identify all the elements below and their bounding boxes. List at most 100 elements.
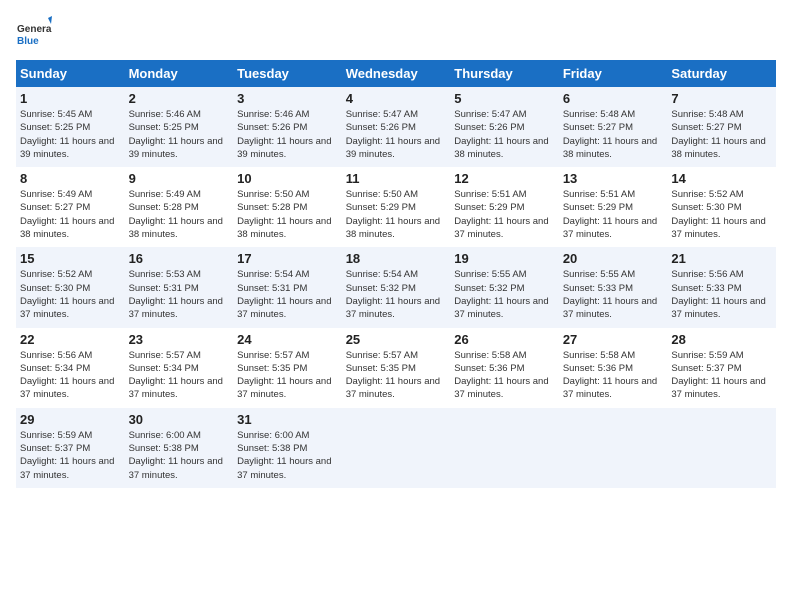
header-day-sunday: Sunday — [16, 60, 125, 87]
calendar-cell: 24 Sunrise: 5:57 AM Sunset: 5:35 PM Dayl… — [233, 328, 342, 408]
day-info: Sunrise: 5:55 AM Sunset: 5:33 PM Dayligh… — [563, 268, 664, 321]
day-info: Sunrise: 5:52 AM Sunset: 5:30 PM Dayligh… — [671, 188, 772, 241]
day-number: 29 — [20, 412, 121, 427]
day-info: Sunrise: 5:49 AM Sunset: 5:27 PM Dayligh… — [20, 188, 121, 241]
calendar-cell: 23 Sunrise: 5:57 AM Sunset: 5:34 PM Dayl… — [125, 328, 234, 408]
calendar-cell: 4 Sunrise: 5:47 AM Sunset: 5:26 PM Dayli… — [342, 87, 451, 167]
day-info: Sunrise: 5:57 AM Sunset: 5:34 PM Dayligh… — [129, 349, 230, 402]
calendar-table: SundayMondayTuesdayWednesdayThursdayFrid… — [16, 60, 776, 488]
day-number: 25 — [346, 332, 447, 347]
day-number: 6 — [563, 91, 664, 106]
day-info: Sunrise: 5:47 AM Sunset: 5:26 PM Dayligh… — [454, 108, 555, 161]
day-number: 15 — [20, 251, 121, 266]
calendar-cell: 10 Sunrise: 5:50 AM Sunset: 5:28 PM Dayl… — [233, 167, 342, 247]
day-info: Sunrise: 5:56 AM Sunset: 5:33 PM Dayligh… — [671, 268, 772, 321]
week-row-3: 22 Sunrise: 5:56 AM Sunset: 5:34 PM Dayl… — [16, 328, 776, 408]
calendar-cell: 11 Sunrise: 5:50 AM Sunset: 5:29 PM Dayl… — [342, 167, 451, 247]
day-number: 31 — [237, 412, 338, 427]
day-number: 8 — [20, 171, 121, 186]
calendar-cell: 16 Sunrise: 5:53 AM Sunset: 5:31 PM Dayl… — [125, 247, 234, 327]
calendar-cell: 31 Sunrise: 6:00 AM Sunset: 5:38 PM Dayl… — [233, 408, 342, 488]
calendar-cell — [559, 408, 668, 488]
calendar-cell: 8 Sunrise: 5:49 AM Sunset: 5:27 PM Dayli… — [16, 167, 125, 247]
week-row-4: 29 Sunrise: 5:59 AM Sunset: 5:37 PM Dayl… — [16, 408, 776, 488]
svg-text:General: General — [17, 24, 52, 35]
day-number: 19 — [454, 251, 555, 266]
day-number: 27 — [563, 332, 664, 347]
day-info: Sunrise: 5:50 AM Sunset: 5:28 PM Dayligh… — [237, 188, 338, 241]
calendar-cell: 22 Sunrise: 5:56 AM Sunset: 5:34 PM Dayl… — [16, 328, 125, 408]
day-number: 11 — [346, 171, 447, 186]
day-number: 12 — [454, 171, 555, 186]
svg-text:Blue: Blue — [17, 36, 39, 47]
day-info: Sunrise: 5:53 AM Sunset: 5:31 PM Dayligh… — [129, 268, 230, 321]
calendar-cell — [450, 408, 559, 488]
week-row-2: 15 Sunrise: 5:52 AM Sunset: 5:30 PM Dayl… — [16, 247, 776, 327]
header-day-tuesday: Tuesday — [233, 60, 342, 87]
calendar-cell: 6 Sunrise: 5:48 AM Sunset: 5:27 PM Dayli… — [559, 87, 668, 167]
calendar-cell: 21 Sunrise: 5:56 AM Sunset: 5:33 PM Dayl… — [667, 247, 776, 327]
day-info: Sunrise: 5:51 AM Sunset: 5:29 PM Dayligh… — [563, 188, 664, 241]
header-day-friday: Friday — [559, 60, 668, 87]
calendar-cell: 5 Sunrise: 5:47 AM Sunset: 5:26 PM Dayli… — [450, 87, 559, 167]
header-day-thursday: Thursday — [450, 60, 559, 87]
calendar-cell — [667, 408, 776, 488]
day-number: 23 — [129, 332, 230, 347]
day-number: 10 — [237, 171, 338, 186]
calendar-cell: 12 Sunrise: 5:51 AM Sunset: 5:29 PM Dayl… — [450, 167, 559, 247]
calendar-cell: 9 Sunrise: 5:49 AM Sunset: 5:28 PM Dayli… — [125, 167, 234, 247]
calendar-cell — [342, 408, 451, 488]
day-number: 30 — [129, 412, 230, 427]
calendar-cell: 2 Sunrise: 5:46 AM Sunset: 5:25 PM Dayli… — [125, 87, 234, 167]
day-number: 5 — [454, 91, 555, 106]
day-info: Sunrise: 5:54 AM Sunset: 5:31 PM Dayligh… — [237, 268, 338, 321]
day-info: Sunrise: 5:57 AM Sunset: 5:35 PM Dayligh… — [346, 349, 447, 402]
header-day-saturday: Saturday — [667, 60, 776, 87]
day-number: 22 — [20, 332, 121, 347]
calendar-cell: 29 Sunrise: 5:59 AM Sunset: 5:37 PM Dayl… — [16, 408, 125, 488]
header-day-monday: Monday — [125, 60, 234, 87]
day-info: Sunrise: 5:50 AM Sunset: 5:29 PM Dayligh… — [346, 188, 447, 241]
page-header: General Blue — [16, 16, 776, 52]
week-row-0: 1 Sunrise: 5:45 AM Sunset: 5:25 PM Dayli… — [16, 87, 776, 167]
logo-icon: General Blue — [16, 16, 52, 52]
day-info: Sunrise: 6:00 AM Sunset: 5:38 PM Dayligh… — [237, 429, 338, 482]
calendar-cell: 14 Sunrise: 5:52 AM Sunset: 5:30 PM Dayl… — [667, 167, 776, 247]
day-info: Sunrise: 5:59 AM Sunset: 5:37 PM Dayligh… — [20, 429, 121, 482]
day-number: 9 — [129, 171, 230, 186]
day-number: 17 — [237, 251, 338, 266]
day-info: Sunrise: 5:48 AM Sunset: 5:27 PM Dayligh… — [563, 108, 664, 161]
calendar-cell: 18 Sunrise: 5:54 AM Sunset: 5:32 PM Dayl… — [342, 247, 451, 327]
day-info: Sunrise: 5:58 AM Sunset: 5:36 PM Dayligh… — [454, 349, 555, 402]
day-number: 16 — [129, 251, 230, 266]
day-info: Sunrise: 5:46 AM Sunset: 5:25 PM Dayligh… — [129, 108, 230, 161]
day-number: 13 — [563, 171, 664, 186]
day-number: 3 — [237, 91, 338, 106]
day-info: Sunrise: 5:55 AM Sunset: 5:32 PM Dayligh… — [454, 268, 555, 321]
day-info: Sunrise: 5:58 AM Sunset: 5:36 PM Dayligh… — [563, 349, 664, 402]
day-info: Sunrise: 5:48 AM Sunset: 5:27 PM Dayligh… — [671, 108, 772, 161]
calendar-cell: 15 Sunrise: 5:52 AM Sunset: 5:30 PM Dayl… — [16, 247, 125, 327]
calendar-cell: 17 Sunrise: 5:54 AM Sunset: 5:31 PM Dayl… — [233, 247, 342, 327]
day-number: 28 — [671, 332, 772, 347]
day-info: Sunrise: 5:52 AM Sunset: 5:30 PM Dayligh… — [20, 268, 121, 321]
calendar-cell: 7 Sunrise: 5:48 AM Sunset: 5:27 PM Dayli… — [667, 87, 776, 167]
calendar-cell: 27 Sunrise: 5:58 AM Sunset: 5:36 PM Dayl… — [559, 328, 668, 408]
calendar-cell: 25 Sunrise: 5:57 AM Sunset: 5:35 PM Dayl… — [342, 328, 451, 408]
header-day-wednesday: Wednesday — [342, 60, 451, 87]
day-number: 1 — [20, 91, 121, 106]
header-row: SundayMondayTuesdayWednesdayThursdayFrid… — [16, 60, 776, 87]
day-info: Sunrise: 5:46 AM Sunset: 5:26 PM Dayligh… — [237, 108, 338, 161]
calendar-cell: 28 Sunrise: 5:59 AM Sunset: 5:37 PM Dayl… — [667, 328, 776, 408]
day-info: Sunrise: 5:51 AM Sunset: 5:29 PM Dayligh… — [454, 188, 555, 241]
calendar-cell: 30 Sunrise: 6:00 AM Sunset: 5:38 PM Dayl… — [125, 408, 234, 488]
day-info: Sunrise: 5:57 AM Sunset: 5:35 PM Dayligh… — [237, 349, 338, 402]
day-info: Sunrise: 5:49 AM Sunset: 5:28 PM Dayligh… — [129, 188, 230, 241]
calendar-cell: 26 Sunrise: 5:58 AM Sunset: 5:36 PM Dayl… — [450, 328, 559, 408]
day-info: Sunrise: 5:56 AM Sunset: 5:34 PM Dayligh… — [20, 349, 121, 402]
day-number: 21 — [671, 251, 772, 266]
day-info: Sunrise: 5:45 AM Sunset: 5:25 PM Dayligh… — [20, 108, 121, 161]
day-number: 4 — [346, 91, 447, 106]
day-number: 2 — [129, 91, 230, 106]
calendar-cell: 13 Sunrise: 5:51 AM Sunset: 5:29 PM Dayl… — [559, 167, 668, 247]
